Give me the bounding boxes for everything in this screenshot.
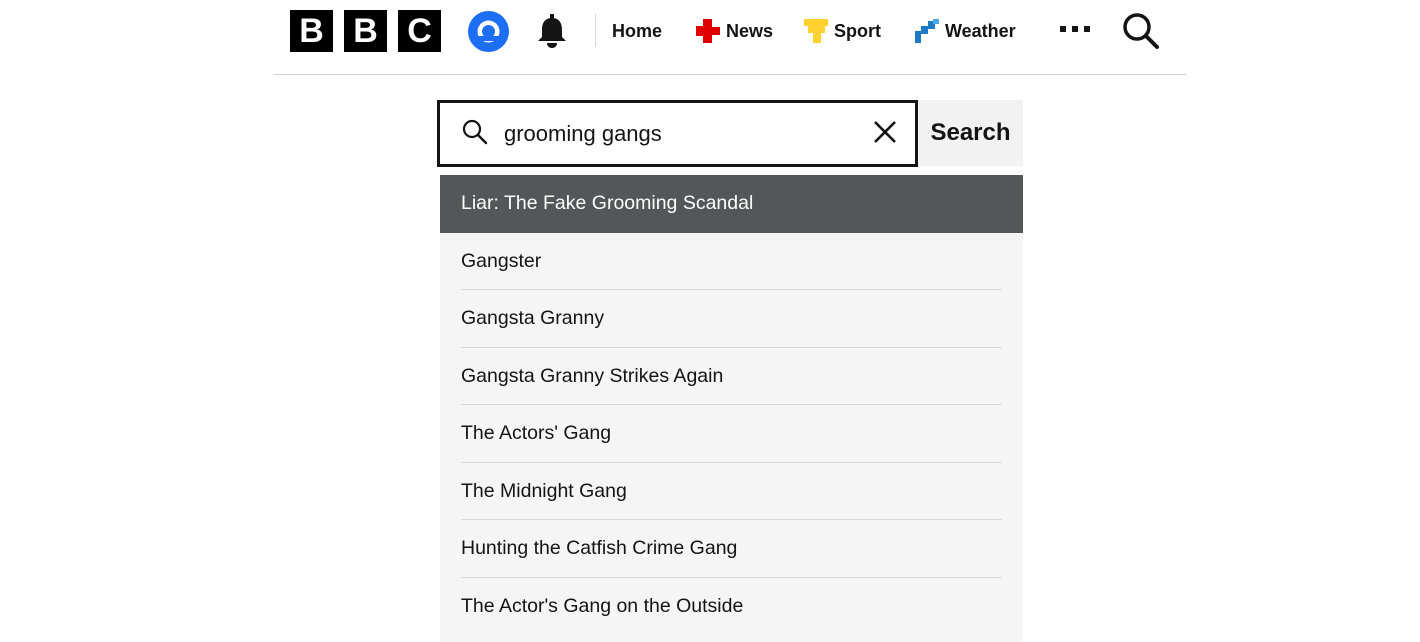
suggestion-label: The Midnight Gang (461, 479, 627, 502)
more-dot (1072, 26, 1078, 32)
logo-letter: B (344, 10, 387, 52)
more-dot (1060, 26, 1066, 32)
sport-icon (804, 19, 828, 43)
suggestion-item[interactable]: Gangster (440, 233, 1023, 290)
suggestion-label: The Actors' Gang (461, 422, 612, 444)
suggestion-item[interactable]: Gangsta Granny Strikes Again (440, 348, 1023, 405)
search-button[interactable]: Search (918, 100, 1023, 166)
suggestion-label: Gangsta Granny Strikes Again (461, 364, 724, 387)
logo-letter: C (398, 10, 441, 52)
suggestion-item[interactable]: The Midnight Gang (440, 463, 1023, 520)
nav-home-label: Home (612, 20, 663, 41)
suggestion-item[interactable]: Liar: The Fake Grooming Scandal (440, 175, 1023, 233)
suggestion-label: Gangsta Granny (461, 307, 605, 329)
nav-weather[interactable]: Weather (915, 18, 1016, 44)
search-field-icon (462, 119, 488, 145)
site-header: B B C Home News Sport Weather (274, 0, 1186, 75)
weather-icon (915, 19, 939, 43)
search-input[interactable] (504, 117, 834, 151)
notifications-bell-icon[interactable] (535, 13, 569, 49)
search-icon[interactable] (1122, 12, 1160, 50)
nav-home[interactable]: Home (612, 18, 662, 44)
search-suggestions: Liar: The Fake Grooming Scandal Gangster… (440, 175, 1023, 642)
nav-sport[interactable]: Sport (804, 18, 881, 44)
suggestion-item[interactable]: Gangsta Granny (440, 290, 1023, 348)
nav-weather-label: Weather (945, 20, 1016, 41)
news-icon (696, 19, 720, 43)
nav-divider (595, 14, 596, 47)
nav-news[interactable]: News (696, 18, 773, 44)
account-icon[interactable] (468, 11, 509, 52)
suggestion-label: Liar: The Fake Grooming Scandal (461, 192, 754, 214)
suggestion-label: Hunting the Catfish Crime Gang (461, 537, 738, 559)
suggestion-label: Gangster (461, 249, 542, 272)
bbc-logo[interactable]: B B C (290, 10, 441, 52)
search-box (437, 100, 918, 167)
more-icon[interactable] (1060, 22, 1092, 36)
search-form: Search (437, 100, 1023, 167)
suggestion-item[interactable]: The Actors' Gang (440, 405, 1023, 463)
nav-sport-label: Sport (834, 20, 881, 41)
suggestion-item[interactable]: Hunting the Catfish Crime Gang (440, 520, 1023, 578)
clear-icon[interactable] (872, 119, 898, 145)
logo-letter: B (290, 10, 333, 52)
nav-news-label: News (726, 20, 774, 41)
suggestion-label: The Actor's Gang on the Outside (461, 594, 744, 617)
suggestion-item[interactable]: The Actor's Gang on the Outside (440, 578, 1023, 636)
more-dot (1084, 26, 1090, 32)
